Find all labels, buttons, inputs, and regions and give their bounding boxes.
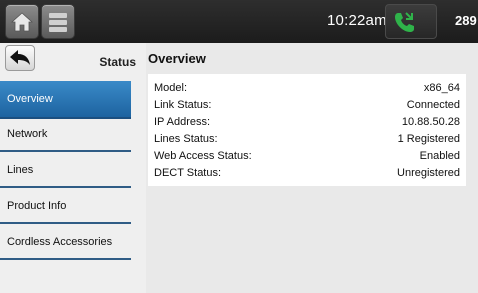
home-icon [10, 11, 34, 31]
page-title: Overview [148, 51, 206, 66]
row-value: Unregistered [397, 166, 460, 179]
row-label: Link Status: [154, 98, 212, 111]
clock: 10:22am [327, 12, 387, 29]
row-label: IP Address: [154, 115, 211, 128]
sidebar-item-cordless-accessories[interactable]: Cordless Accessories [0, 225, 131, 260]
sidebar-item-network[interactable]: Network [0, 117, 131, 152]
info-row-web-access-status: Web Access Status: Enabled [154, 147, 460, 164]
menu-icon [49, 12, 67, 32]
sidebar-item-label: Lines [7, 163, 34, 176]
row-value: Connected [406, 98, 460, 111]
info-row-model: Model: x86_64 [154, 79, 460, 96]
sidebar-item-overview[interactable]: Overview [0, 81, 131, 119]
info-row-dect-status: DECT Status: Unregistered [154, 164, 460, 181]
extension-number: 289 [455, 13, 477, 28]
sidebar-title: Status [99, 55, 136, 69]
back-button[interactable] [5, 45, 35, 71]
row-value: x86_64 [423, 81, 460, 94]
status-bar: 10:22am 289 [0, 0, 478, 43]
sidebar-item-label: Cordless Accessories [7, 235, 113, 248]
sidebar-item-lines[interactable]: Lines [0, 153, 131, 188]
row-label: Web Access Status: [154, 149, 252, 162]
sidebar-item-product-info[interactable]: Product Info [0, 189, 131, 224]
info-row-lines-status: Lines Status: 1 Registered [154, 130, 460, 147]
sidebar-item-label: Product Info [7, 199, 67, 212]
menu-button[interactable] [41, 4, 75, 39]
overview-panel: Model: x86_64 Link Status: Connected IP … [148, 74, 466, 186]
row-label: DECT Status: [154, 166, 222, 179]
call-button[interactable] [385, 4, 437, 39]
sidebar-item-label: Overview [7, 93, 53, 105]
home-button[interactable] [5, 4, 39, 39]
row-label: Model: [154, 81, 188, 94]
row-value: 10.88.50.28 [401, 115, 460, 128]
info-row-ip-address: IP Address: 10.88.50.28 [154, 113, 460, 130]
info-row-link-status: Link Status: Connected [154, 96, 460, 113]
sidebar: Status Overview Network Lines Product In… [0, 43, 146, 293]
row-value: 1 Registered [397, 132, 460, 145]
row-label: Lines Status: [154, 132, 218, 145]
row-value: Enabled [419, 149, 460, 162]
sidebar-item-label: Network [7, 127, 48, 140]
phone-icon [395, 11, 414, 32]
back-arrow-icon [10, 50, 30, 65]
